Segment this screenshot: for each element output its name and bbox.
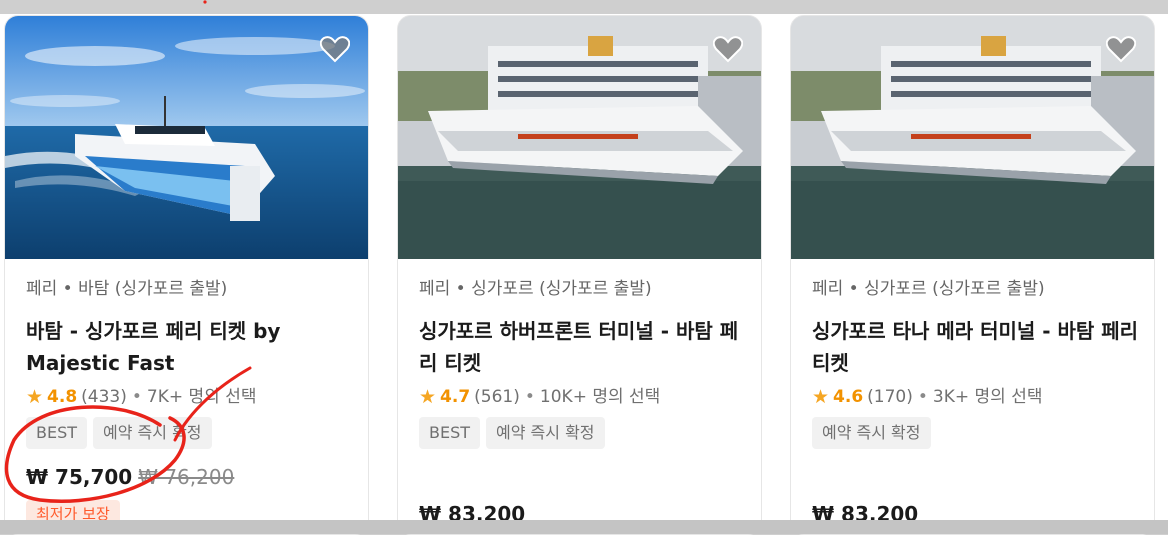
badge-best: BEST bbox=[26, 417, 88, 449]
heart-icon bbox=[713, 35, 743, 62]
badge-instant-confirm: 예약 즉시 확정 bbox=[486, 417, 605, 449]
badge-instant-confirm: 예약 즉시 확정 bbox=[812, 417, 931, 449]
product-title[interactable]: 바탐 - 싱가포르 페리 티켓 by Majestic Fast bbox=[26, 315, 354, 379]
wishlist-button[interactable] bbox=[711, 32, 745, 66]
badge-list: BEST 예약 즉시 확정 bbox=[419, 417, 747, 449]
review-count: (433) bbox=[81, 387, 127, 407]
original-price: ₩ 76,200 bbox=[138, 465, 235, 489]
badge-list: 예약 즉시 확정 bbox=[812, 417, 1140, 449]
price-row: ₩ 75,700 ₩ 76,200 bbox=[26, 465, 234, 489]
ferry-harbour-image bbox=[791, 16, 1154, 259]
heart-icon bbox=[320, 35, 350, 62]
separator-dot: • bbox=[524, 387, 535, 407]
ferry-harbour-image bbox=[398, 16, 761, 259]
product-card[interactable]: 페리 • 싱가포르 (싱가포르 출발) 싱가포르 하버프론트 터미널 - 바탐 … bbox=[397, 15, 762, 535]
separator-dot: • bbox=[917, 387, 928, 407]
badge-best: BEST bbox=[419, 417, 481, 449]
rating-row: ★ 4.6 (170) • 3K+ 명의 선택 bbox=[812, 386, 1140, 408]
wishlist-button[interactable] bbox=[1104, 32, 1138, 66]
bottom-scrim bbox=[0, 520, 1168, 534]
star-icon: ★ bbox=[26, 386, 44, 408]
product-title[interactable]: 싱가포르 하버프론트 터미널 - 바탐 페리 티켓 bbox=[419, 315, 747, 379]
rating-score: 4.7 bbox=[440, 387, 471, 407]
review-count: (170) bbox=[867, 387, 913, 407]
badge-list: BEST 예약 즉시 확정 bbox=[26, 417, 354, 449]
popularity-count: 7K+ 명의 선택 bbox=[146, 387, 257, 407]
product-photo-sea-ferry[interactable] bbox=[5, 16, 368, 259]
separator-dot: • bbox=[131, 387, 142, 407]
product-category: 페리 • 싱가포르 (싱가포르 출발) bbox=[419, 279, 652, 299]
popularity-count: 3K+ 명의 선택 bbox=[932, 387, 1043, 407]
star-icon: ★ bbox=[812, 386, 830, 408]
rating-row: ★ 4.8 (433) • 7K+ 명의 선택 bbox=[26, 386, 354, 408]
product-photo-harbour-ferry[interactable] bbox=[398, 16, 761, 259]
heart-icon bbox=[1106, 35, 1136, 62]
rating-row: ★ 4.7 (561) • 10K+ 명의 선택 bbox=[419, 386, 747, 408]
star-icon: ★ bbox=[419, 386, 437, 408]
popularity-count: 10K+ 명의 선택 bbox=[539, 387, 661, 407]
product-card[interactable]: 페리 • 바탐 (싱가포르 출발) 바탐 - 싱가포르 페리 티켓 by Maj… bbox=[4, 15, 369, 535]
product-title[interactable]: 싱가포르 타나 메라 터미널 - 바탐 페리 티켓 bbox=[812, 315, 1140, 379]
product-category: 페리 • 싱가포르 (싱가포르 출발) bbox=[812, 279, 1045, 299]
product-photo-harbour-ferry[interactable] bbox=[791, 16, 1154, 259]
product-card[interactable]: 페리 • 싱가포르 (싱가포르 출발) 싱가포르 타나 메라 터미널 - 바탐 … bbox=[790, 15, 1155, 535]
wishlist-button[interactable] bbox=[318, 32, 352, 66]
ferry-sea-image bbox=[5, 16, 368, 259]
price: ₩ 75,700 bbox=[26, 465, 133, 489]
rating-score: 4.6 bbox=[833, 387, 864, 407]
product-category: 페리 • 바탐 (싱가포르 출발) bbox=[26, 279, 228, 299]
badge-instant-confirm: 예약 즉시 확정 bbox=[93, 417, 212, 449]
rating-score: 4.8 bbox=[47, 387, 78, 407]
review-count: (561) bbox=[474, 387, 520, 407]
